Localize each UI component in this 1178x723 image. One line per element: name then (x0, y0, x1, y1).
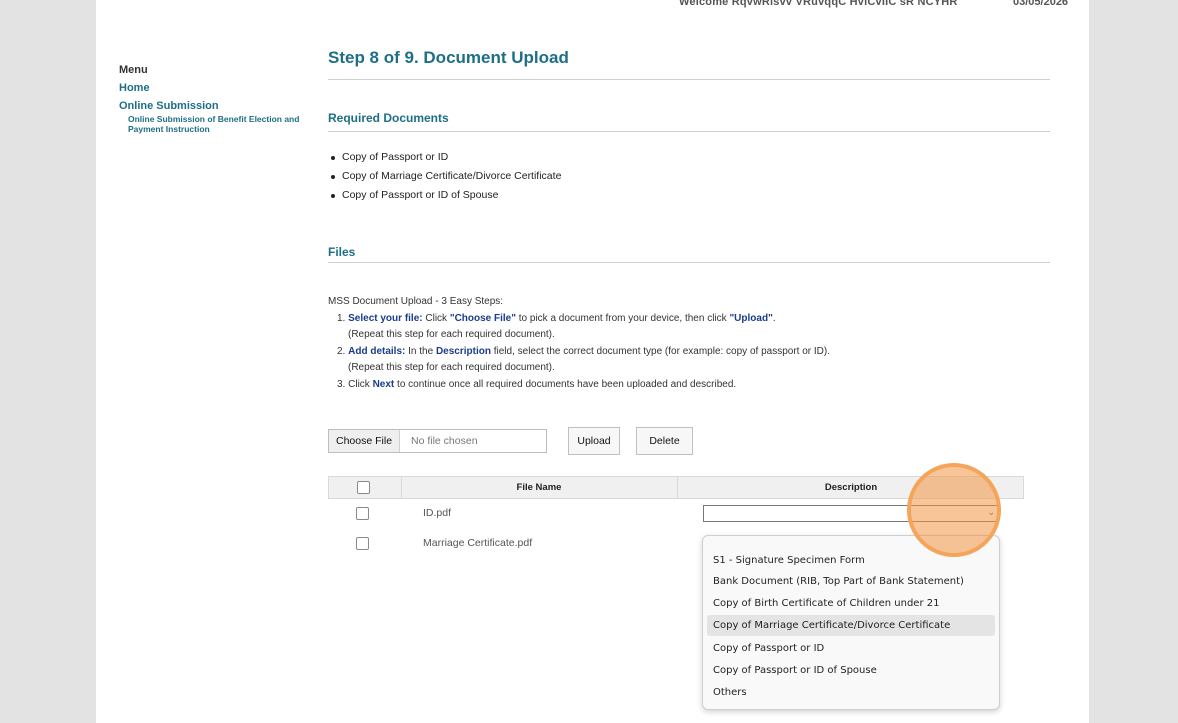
instructions-intro: MSS Document Upload - 3 Easy Steps: (328, 296, 504, 307)
file-input[interactable]: Choose File No file chosen (328, 429, 547, 453)
dropdown-option[interactable]: Others (707, 682, 995, 703)
select-all-checkbox[interactable] (357, 481, 370, 494)
click-highlight-circle (907, 463, 1001, 557)
list-item: Copy of Marriage Certificate/Divorce Cer… (330, 167, 561, 186)
dropdown-option-highlighted[interactable]: Copy of Marriage Certificate/Divorce Cer… (707, 615, 995, 636)
list-item: Copy of Passport or ID of Spouse (330, 186, 561, 205)
instruction-step-3: 3. Click Next to continue once all requi… (328, 377, 1050, 394)
upload-button[interactable]: Upload (568, 427, 620, 455)
step-number: 2. (337, 345, 346, 357)
description-dropdown-list: S1 - Signature Specimen Form Bank Docume… (702, 535, 1000, 710)
row-checkbox[interactable] (356, 537, 369, 550)
file-name: ID.pdf (423, 507, 452, 519)
row-checkbox[interactable] (356, 507, 369, 520)
step-3-text: to continue once all required documents … (394, 378, 737, 390)
instruction-repeat: (Repeat this step for each required docu… (348, 329, 555, 340)
dropdown-option[interactable]: Copy of Passport or ID (707, 638, 995, 659)
dropdown-option[interactable]: Copy of Passport or ID of Spouse (707, 660, 995, 681)
required-documents-list: Copy of Passport or ID Copy of Marriage … (328, 148, 561, 205)
list-item: Copy of Passport or ID (330, 148, 561, 167)
step-1-text: . (772, 312, 776, 324)
menu-link-home[interactable]: Home (119, 82, 319, 94)
file-name: Marriage Certificate.pdf (423, 537, 533, 549)
step-1-choose: "Choose File" (449, 312, 516, 324)
delete-button[interactable]: Delete (636, 427, 693, 455)
files-heading: Files (328, 245, 356, 259)
file-input-status: No file chosen (411, 435, 478, 447)
column-header-file-name: File Name (401, 477, 678, 498)
step-2-text: field, select the correct document type … (490, 345, 830, 357)
divider (328, 262, 1050, 263)
step-1-text: to pick a document from your device, the… (516, 312, 730, 324)
side-menu: Menu Home Online Submission Online Submi… (119, 64, 319, 134)
divider (328, 131, 1050, 132)
top-bar: Welcome RqvwRlsvv VRuvqqC HviCvIIC sR NC… (96, 0, 1089, 22)
step-3-text: Click (345, 378, 373, 390)
dropdown-option[interactable]: Copy of Birth Certificate of Children un… (707, 593, 995, 614)
instruction-step-1: 1. Select your file: Click "Choose File"… (328, 311, 1050, 328)
page-title: Step 8 of 9. Document Upload (328, 48, 569, 67)
instruction-step-2: 2. Add details: In the Description field… (328, 344, 1050, 361)
dropdown-option[interactable]: Bank Document (RIB, Top Part of Bank Sta… (707, 571, 995, 592)
step-3-next: Next (372, 378, 395, 390)
menu-link-online-submission[interactable]: Online Submission (119, 100, 319, 112)
page-container: Welcome RqvwRlsvv VRuvqqC HviCvIIC sR NC… (96, 0, 1089, 723)
menu-link-benefit-election[interactable]: Online Submission of Benefit Election an… (119, 114, 308, 134)
step-2-text: In the (405, 345, 436, 357)
header-select-cell (329, 477, 402, 498)
step-2-title: Add details: (348, 345, 406, 357)
step-1-text: Click (422, 312, 450, 324)
welcome-text: Welcome RqvwRlsvv VRuvqqC HviCvIIC sR NC… (679, 0, 958, 8)
step-number: 1. (337, 312, 346, 324)
current-date: 03/05/2026 (1013, 0, 1069, 8)
divider (328, 79, 1050, 80)
menu-title: Menu (119, 64, 148, 76)
step-2-description: Description (435, 345, 491, 357)
choose-file-button[interactable]: Choose File (329, 430, 401, 452)
step-1-title: Select your file: (348, 312, 423, 324)
step-1-upload: "Upload" (729, 312, 773, 324)
upload-instructions: MSS Document Upload - 3 Easy Steps: 1. S… (328, 294, 1050, 393)
instruction-repeat: (Repeat this step for each required docu… (348, 362, 555, 373)
required-documents-heading: Required Documents (328, 111, 449, 125)
